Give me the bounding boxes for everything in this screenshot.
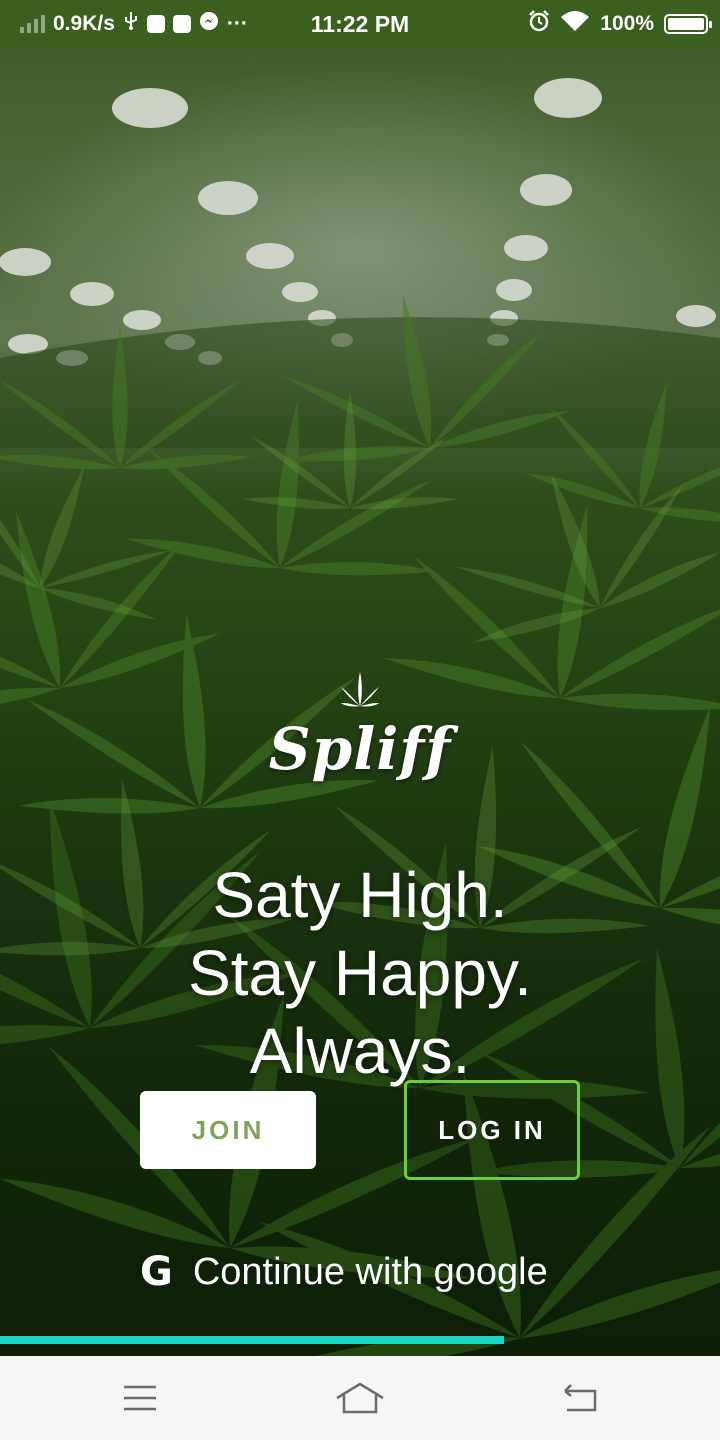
login-button[interactable]: LOG IN <box>404 1080 580 1180</box>
google-icon: G <box>140 1249 173 1295</box>
mail-icon <box>172 15 191 33</box>
app-logo: Spliff <box>260 668 460 783</box>
status-bar: 0.9K/s ··· 11:22 PM 100% <box>0 0 720 48</box>
home-icon <box>336 1382 384 1414</box>
system-nav-bar <box>0 1356 720 1440</box>
battery-icon <box>664 14 712 34</box>
tb-icon <box>146 15 165 33</box>
tagline-line: Saty High. <box>212 859 508 931</box>
status-right: 100% <box>528 10 712 38</box>
home-nav-button[interactable] <box>320 1370 400 1426</box>
signal-icon <box>20 15 45 33</box>
tagline-line: Always. <box>249 1015 471 1087</box>
leaf-logo-icon <box>340 671 380 707</box>
messenger-icon <box>199 11 219 37</box>
usb-icon <box>123 11 139 37</box>
hero-background: Spliff Saty High. Stay Happy. Always. <box>0 48 720 1356</box>
wifi-icon <box>560 10 590 38</box>
tagline-line: Stay Happy. <box>188 937 532 1009</box>
alarm-icon <box>528 10 550 38</box>
network-speed: 0.9K/s <box>53 12 115 35</box>
loading-progress-bar <box>0 1336 720 1344</box>
google-signin-button[interactable]: G Continue with google <box>140 1244 548 1300</box>
logo-text: Spliff <box>268 715 452 783</box>
back-nav-button[interactable] <box>540 1370 620 1426</box>
menu-nav-button[interactable] <box>100 1370 180 1426</box>
progress-fill <box>0 1336 504 1344</box>
more-icon: ··· <box>226 12 248 35</box>
back-icon <box>564 1384 597 1412</box>
google-signin-label: Continue with google <box>192 1250 548 1293</box>
join-button[interactable]: JOIN <box>140 1091 316 1169</box>
battery-percent: 100% <box>600 12 654 35</box>
status-left: 0.9K/s ··· <box>0 11 248 37</box>
menu-icon <box>124 1385 156 1411</box>
tagline: Saty High. Stay Happy. Always. <box>0 856 720 1090</box>
